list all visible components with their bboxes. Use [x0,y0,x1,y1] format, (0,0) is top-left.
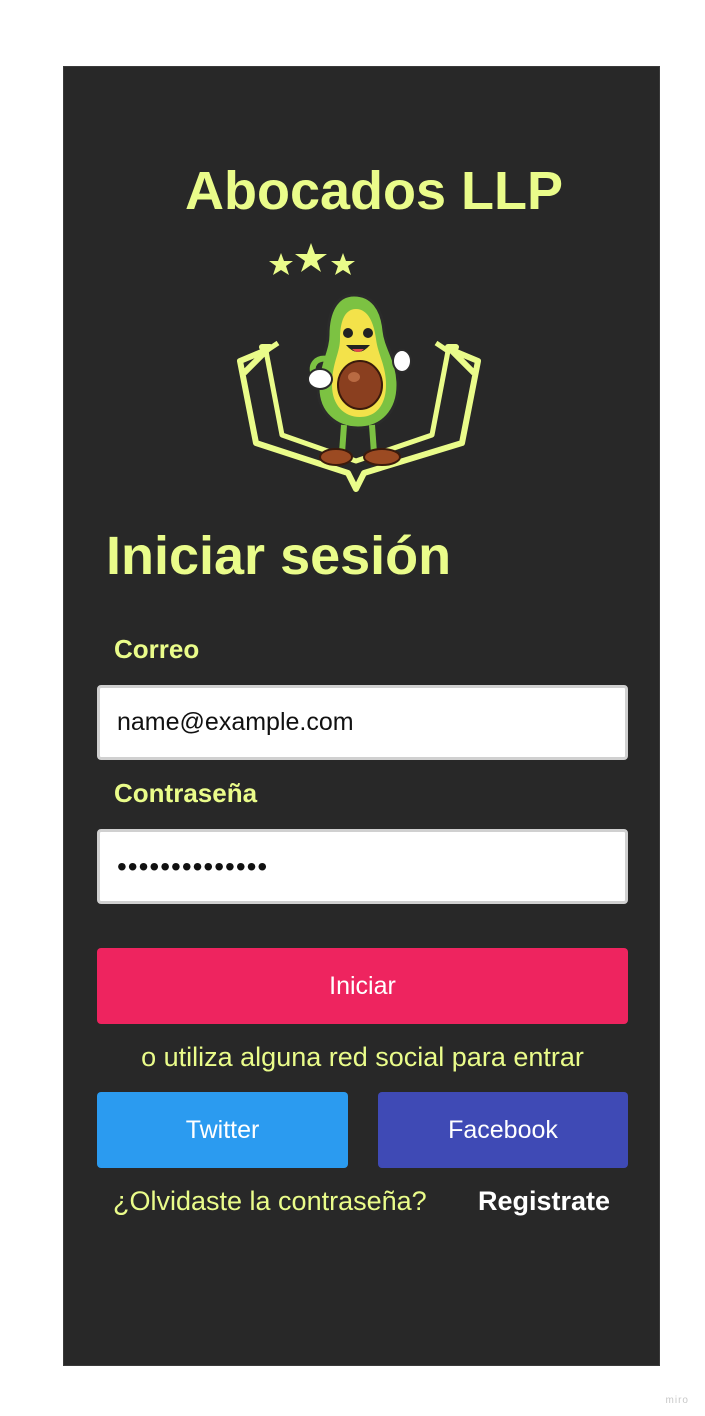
login-button[interactable]: Iniciar [97,948,628,1024]
miro-watermark: miro [665,1395,689,1406]
social-login-prompt: o utiliza alguna red social para entrar [141,1042,584,1072]
facebook-login-button[interactable]: Facebook [378,1092,628,1168]
password-field[interactable] [97,829,628,904]
star-icon [269,253,293,275]
avocado-book-stars-logo [236,243,482,495]
star-icon [331,253,355,275]
login-card: Abocados LLP Iniciar sesión Correo name@… [63,66,660,1366]
star-icon [295,243,327,272]
brand-title: Abocados LLP [184,161,564,221]
twitter-login-button[interactable]: Twitter [97,1092,348,1168]
email-label: Correo [114,634,200,664]
forgot-password-link[interactable]: ¿Olvidaste la contraseña? [113,1183,427,1219]
password-label: Contraseña [114,778,258,808]
register-link[interactable]: Registrate [478,1183,610,1219]
email-field[interactable] [97,685,628,760]
page-title: Iniciar sesión [106,526,452,586]
